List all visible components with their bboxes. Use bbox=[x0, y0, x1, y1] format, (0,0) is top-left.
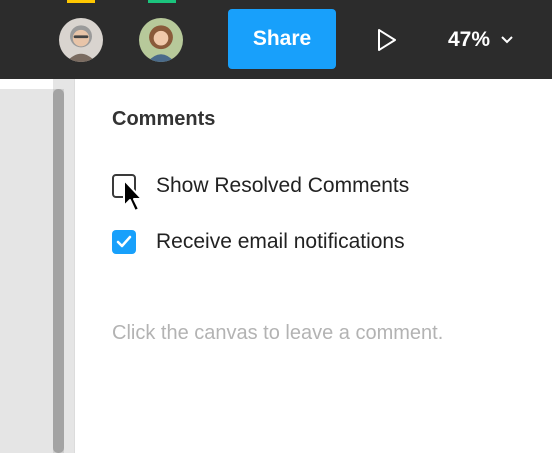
chevron-down-icon bbox=[500, 35, 514, 45]
email-notifications-option[interactable]: Receive email notifications bbox=[112, 230, 405, 254]
share-button[interactable]: Share bbox=[228, 9, 336, 69]
show-resolved-label: Show Resolved Comments bbox=[156, 174, 410, 197]
show-resolved-checkbox[interactable] bbox=[112, 174, 136, 198]
canvas-scrollbar[interactable] bbox=[53, 89, 64, 453]
comment-hint: Click the canvas to leave a comment. bbox=[112, 322, 444, 344]
present-button[interactable] bbox=[369, 22, 405, 58]
email-notifications-label: Receive email notifications bbox=[156, 230, 405, 253]
panel-title: Comments bbox=[112, 108, 216, 130]
comments-panel: Comments Show Resolved Comments Receive … bbox=[76, 79, 552, 453]
zoom-menu[interactable]: 47% bbox=[448, 22, 514, 58]
presence-indicator-yellow bbox=[67, 0, 95, 3]
play-icon bbox=[378, 29, 396, 51]
checkmark-icon bbox=[116, 235, 132, 248]
canvas-ruler bbox=[0, 79, 53, 89]
zoom-level: 47% bbox=[448, 28, 491, 51]
show-resolved-comments-option[interactable]: Show Resolved Comments bbox=[112, 174, 409, 198]
collaborator-avatar-2[interactable] bbox=[137, 16, 185, 64]
presence-indicator-green bbox=[148, 0, 176, 3]
email-notifications-checkbox[interactable] bbox=[112, 230, 136, 254]
collaborator-avatar-1[interactable] bbox=[57, 16, 105, 64]
top-toolbar: Share 47% bbox=[0, 0, 552, 79]
